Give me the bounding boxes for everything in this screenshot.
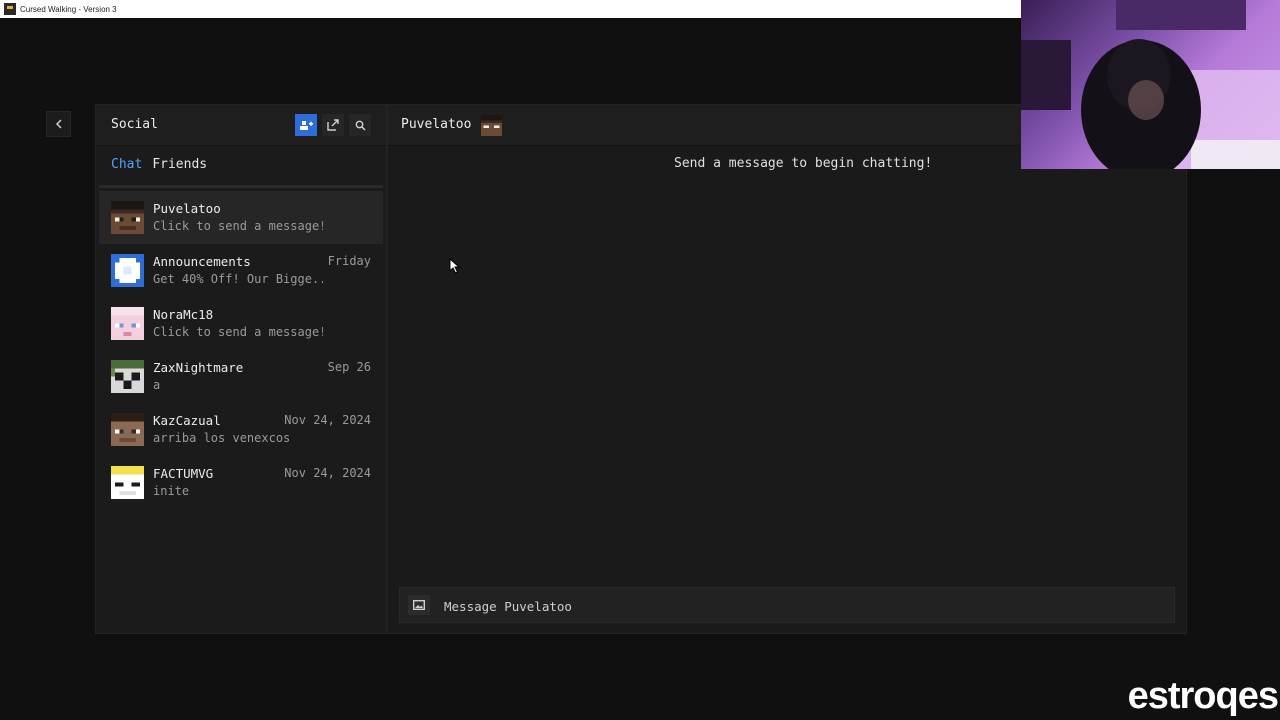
chat-empty-state: Send a message to begin chatting!: [674, 156, 933, 171]
attach-image-button[interactable]: [408, 595, 430, 615]
app-icon: [4, 3, 16, 15]
conversation-preview: inite: [153, 484, 190, 498]
conversation-preview: Get 40% Off! Our Bigge...: [153, 272, 323, 286]
add-friend-icon: [299, 121, 313, 130]
conversation-name: Puvelatoo: [153, 201, 221, 216]
mouse-cursor-icon: [449, 258, 461, 274]
social-header: Social: [96, 105, 386, 146]
avatar: [111, 413, 144, 446]
window-title: Cursed Walking - Version 3: [20, 4, 117, 14]
conversation-preview: arriba los venexcos: [153, 431, 291, 445]
webcam-overlay: [1021, 0, 1280, 169]
conversation-date: Friday: [327, 254, 371, 268]
avatar: [111, 201, 144, 234]
conversation-date: Nov 24, 2024: [284, 466, 371, 480]
conversation-date: Nov 24, 2024: [284, 413, 371, 427]
conversation-item-zaxnightmare[interactable]: ZaxNightmare a Sep 26: [99, 350, 383, 403]
conversation-item-announcements[interactable]: Announcements Get 40% Off! Our Bigge... …: [99, 244, 383, 297]
social-tabs: Chat Friends: [111, 157, 207, 172]
chevron-left-icon: [55, 119, 62, 129]
conversation-preview: a: [153, 378, 161, 392]
avatar: [111, 466, 144, 499]
social-title: Social: [111, 117, 158, 132]
conversation-list: Puvelatoo Click to send a message! Annou…: [99, 191, 383, 509]
conversation-date: Sep 26: [327, 360, 371, 374]
avatar: [481, 115, 502, 136]
message-composer: [399, 587, 1175, 623]
message-input[interactable]: [444, 596, 1144, 616]
image-icon: [413, 600, 425, 610]
conversation-name: KazCazual: [153, 413, 221, 428]
search-button[interactable]: [349, 114, 371, 136]
conversation-preview: Click to send a message!: [153, 219, 323, 233]
avatar: [111, 307, 144, 340]
back-button[interactable]: [46, 111, 71, 137]
conversation-name: FACTUMVG: [153, 466, 214, 481]
conversation-item-factumvg[interactable]: FACTUMVG inite Nov 24, 2024: [99, 456, 383, 509]
conversation-item-noramc18[interactable]: NoraMc18 Click to send a message!: [99, 297, 383, 350]
tab-chat[interactable]: Chat: [111, 157, 142, 172]
conversation-name: Announcements: [153, 254, 251, 269]
share-button[interactable]: [322, 114, 344, 136]
conversation-preview: Click to send a message!: [153, 325, 323, 339]
announcements-icon: [111, 254, 144, 287]
add-friend-button[interactable]: [295, 114, 317, 136]
conversation-name: ZaxNightmare: [153, 360, 244, 375]
tab-divider: [99, 185, 383, 188]
conversation-name: NoraMc18: [153, 307, 214, 322]
conversation-item-puvelatoo[interactable]: Puvelatoo Click to send a message!: [99, 191, 383, 244]
share-icon: [327, 119, 339, 131]
tab-friends[interactable]: Friends: [152, 157, 207, 172]
conversation-item-kazcazual[interactable]: KazCazual arriba los venexcos Nov 24, 20…: [99, 403, 383, 456]
search-icon: [355, 120, 366, 131]
chat-recipient-name: Puvelatoo: [401, 117, 472, 132]
watermark: estroqes: [1127, 675, 1279, 717]
social-panel: Social Chat Friends Puvelatoo Click to s…: [95, 104, 387, 634]
avatar: [111, 360, 144, 393]
webcam-feed-image: [1021, 0, 1280, 169]
chat-panel: Puvelatoo Send a message to begin chatti…: [387, 104, 1187, 634]
